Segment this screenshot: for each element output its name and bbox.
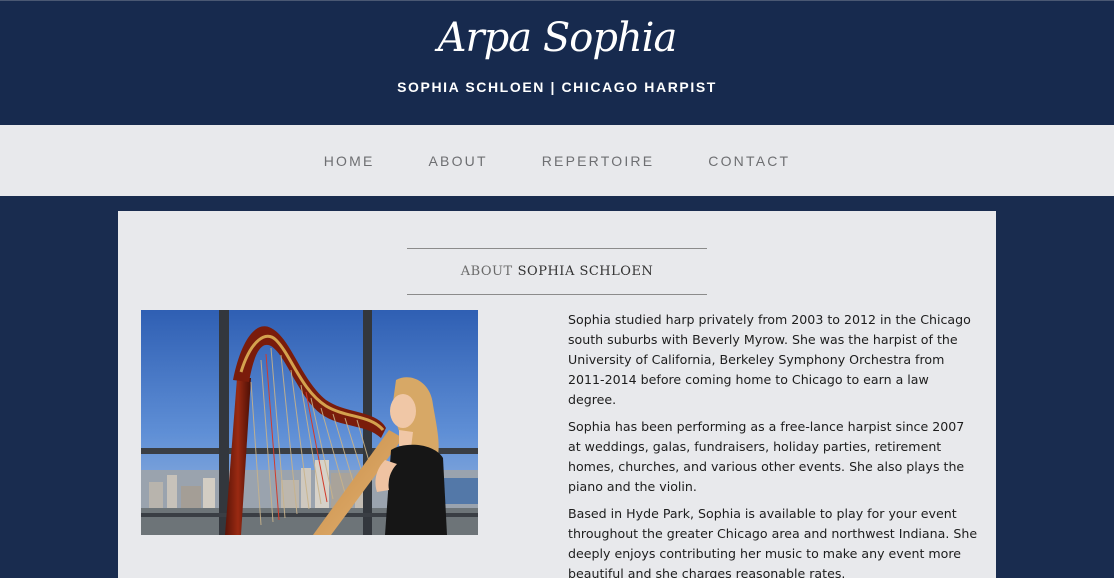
- nav-item-about[interactable]: ABOUT: [429, 153, 488, 169]
- about-paragraph: Sophia studied harp privately from 2003 …: [568, 312, 971, 407]
- nav-item-home[interactable]: HOME: [324, 153, 375, 169]
- heading-name: SOPHIA SCHLOEN: [517, 264, 654, 279]
- about-paragraph: Sophia has been performing as a free-lan…: [568, 419, 965, 494]
- harpist-photo: [141, 310, 478, 535]
- about-text: Sophia studied harp privately from 2003 …: [568, 310, 978, 578]
- harpist-photo-illustration: [141, 310, 478, 535]
- site-title[interactable]: Arpa Sophia: [0, 15, 1114, 61]
- site-subtitle: SOPHIA SCHLOEN | CHICAGO HARPIST: [397, 79, 717, 95]
- main-nav: HOME ABOUT REPERTOIRE CONTACT: [0, 125, 1114, 196]
- section-heading: ABOUT SOPHIA SCHLOEN: [407, 248, 707, 295]
- nav-item-contact[interactable]: CONTACT: [708, 153, 790, 169]
- about-paragraph: Based in Hyde Park, Sophia is available …: [568, 506, 978, 578]
- heading-prefix: ABOUT: [460, 264, 513, 279]
- about-panel: ABOUT SOPHIA SCHLOEN Sophia studied harp…: [118, 211, 996, 578]
- site-header: Arpa Sophia SOPHIA SCHLOEN | CHICAGO HAR…: [0, 0, 1114, 125]
- nav-item-repertoire[interactable]: REPERTOIRE: [542, 153, 655, 169]
